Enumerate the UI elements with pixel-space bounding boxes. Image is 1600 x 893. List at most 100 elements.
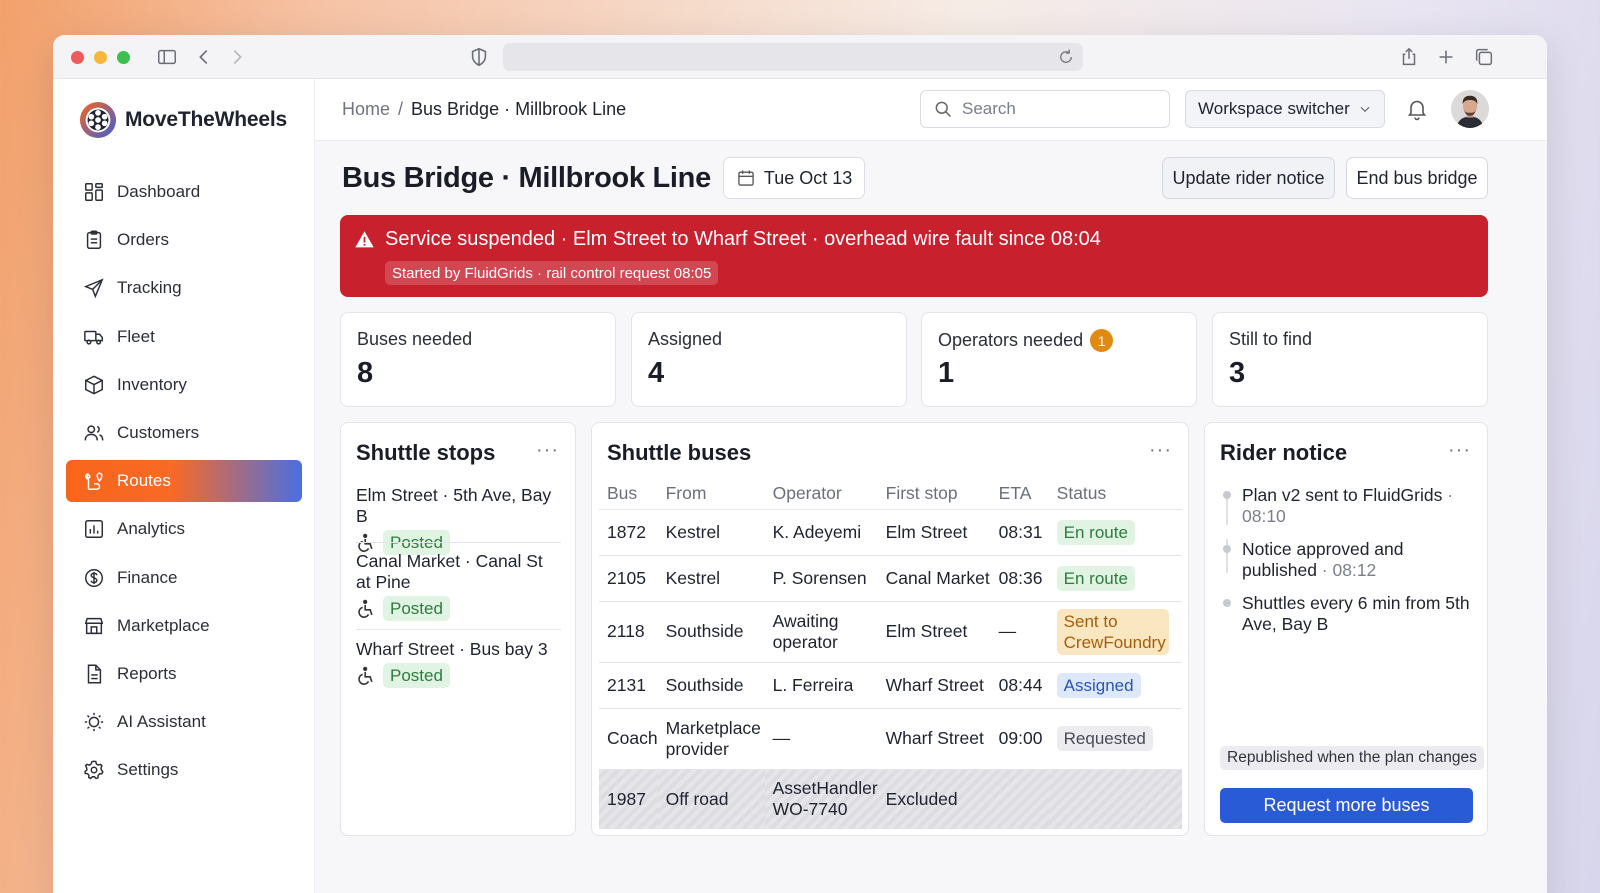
table-row-excluded[interactable]: 1987 Off road AssetHandler WO-7740 Exclu… [599,769,1182,829]
sidebar-item-customers[interactable]: Customers [66,412,302,454]
sidebar-item-reports[interactable]: Reports [66,653,302,695]
more-options-icon[interactable]: ··· [1448,439,1471,462]
divider [356,629,561,630]
column-header-operator[interactable]: Operator [764,479,878,510]
sidebar-item-fleet[interactable]: Fleet [66,316,302,358]
table-row[interactable]: 2105 Kestrel P. Sorensen Canal Market 08… [599,555,1182,602]
table-header-row: Bus From Operator First stop ETA Status [599,479,1182,510]
status-badge: Sent to CrewFoundry [1056,608,1169,655]
sidebar-item-marketplace[interactable]: Marketplace [66,605,302,647]
sidebar-item-label: Customers [117,422,200,442]
stat-value: 1 [938,357,955,389]
tabs-overview-icon[interactable] [1473,46,1495,68]
stat-label-text: Assigned [648,329,723,349]
sidebar-toggle-icon[interactable] [156,46,178,68]
sidebar-item-finance[interactable]: Finance [66,557,302,599]
alert-source-badge: Started by FluidGrids · rail control req… [385,261,719,285]
bell-icon[interactable] [1405,97,1429,121]
column-header-first-stop[interactable]: First stop [877,479,991,510]
table-row[interactable]: 2131 Southside L. Ferreira Wharf Street … [599,662,1182,709]
cell-first-stop: Elm Street [877,509,991,556]
date-picker[interactable]: Tue Oct 13 [722,157,866,199]
table-row[interactable]: Coach Marketplace provider — Wharf Stree… [599,708,1182,770]
column-header-eta[interactable]: ETA [990,479,1049,510]
new-tab-icon[interactable] [1435,46,1457,68]
cell-eta: 08:36 [990,555,1049,602]
cell-first-stop: Elm Street [877,601,991,663]
cell-operator: L. Ferreira [764,662,878,709]
address-bar[interactable] [503,43,1083,71]
cell-bus: 2118 [599,601,658,663]
stop-meta: Posted [356,596,561,621]
status-badge: Posted [383,663,450,688]
search-box[interactable] [920,90,1170,128]
wheelchair-icon [358,599,373,618]
gear-icon [84,760,104,780]
table-row[interactable]: 2118 Southside Awaiting operator Elm Str… [599,601,1182,663]
sidebar-item-label: Reports [117,663,177,683]
wheelchair-icon [358,666,373,685]
column-header-status[interactable]: Status [1048,479,1182,510]
list-item[interactable]: Elm Street · 5th Ave, Bay B Posted [356,485,561,555]
sidebar-item-routes[interactable]: Routes [66,460,302,503]
stat-card-operators-needed: Operators needed 1 1 [921,312,1197,407]
timeline-dot [1223,491,1231,499]
forward-icon[interactable] [226,46,248,68]
divider [356,542,561,543]
breadcrumb-home[interactable]: Home [342,99,390,120]
reload-icon[interactable] [1057,48,1075,66]
sidebar-item-orders[interactable]: Orders [66,219,302,261]
sidebar-item-settings[interactable]: Settings [66,749,302,791]
clipboard-icon [86,230,102,250]
close-window-button[interactable] [71,51,84,64]
end-bus-bridge-button[interactable]: End bus bridge [1346,157,1488,199]
back-icon[interactable] [193,46,215,68]
timeline-dot [1223,599,1231,607]
table-row[interactable]: 1872 Kestrel K. Adeyemi Elm Street 08:31… [599,509,1182,556]
column-header-bus[interactable]: Bus [599,479,658,510]
cell-operator: K. Adeyemi [764,509,878,556]
card-title: Rider notice [1220,440,1348,465]
sidebar-item-tracking[interactable]: Tracking [66,267,302,309]
stop-meta: Posted [356,663,561,688]
cell-first-stop: Excluded [877,769,991,829]
column-header-from[interactable]: From [657,479,765,510]
shuttle-buses-card: Shuttle buses ··· Bus From Operator Firs… [591,422,1189,836]
search-input[interactable] [962,99,1152,119]
file-icon [87,664,102,684]
more-options-icon[interactable]: ··· [536,439,559,462]
sidebar-item-dashboard[interactable]: Dashboard [66,171,302,213]
cell-eta: — [990,601,1049,663]
user-avatar[interactable] [1451,90,1489,128]
cell-eta: 09:00 [990,708,1049,770]
sidebar-item-label: Analytics [117,519,186,539]
list-item[interactable]: Canal Market · Canal St at Pine Posted [356,551,561,621]
update-rider-notice-button[interactable]: Update rider notice [1162,157,1335,199]
timeline-dot [1223,545,1231,553]
wheel-logo-icon [79,101,117,139]
shield-icon [471,47,487,67]
search-icon [935,101,952,118]
sidebar-item-label: Orders [117,230,169,250]
stat-card-buses-needed: Buses needed 8 [340,312,616,407]
maximize-window-button[interactable] [117,51,130,64]
timeline-time-value: 08:12 [1332,560,1377,580]
list-item[interactable]: Wharf Street · Bus bay 3 Posted [356,639,561,688]
timeline-text: Plan v2 sent to FluidGrids [1242,485,1443,505]
status-badge: En route [1056,565,1135,591]
sidebar-item-label: Marketplace [117,615,210,635]
brand[interactable]: MoveTheWheels [79,101,287,139]
share-icon[interactable] [1398,46,1420,68]
sparkle-icon [84,712,104,732]
more-options-icon[interactable]: ··· [1149,439,1172,462]
minimize-window-button[interactable] [94,51,107,64]
workspace-switcher[interactable]: Workspace switcher [1185,90,1385,128]
rider-notice-card: Rider notice ··· Plan v2 sent to FluidGr… [1204,422,1488,836]
request-more-buses-button[interactable]: Request more buses [1220,788,1473,823]
cell-operator: Awaiting operator [764,601,878,663]
sidebar-item-inventory[interactable]: Inventory [66,364,302,406]
sidebar-item-ai-assistant[interactable]: AI Assistant [66,701,302,743]
sidebar-item-analytics[interactable]: Analytics [66,508,302,550]
sidebar-item-label: Finance [117,567,178,587]
cell-bus: 1872 [599,509,658,556]
